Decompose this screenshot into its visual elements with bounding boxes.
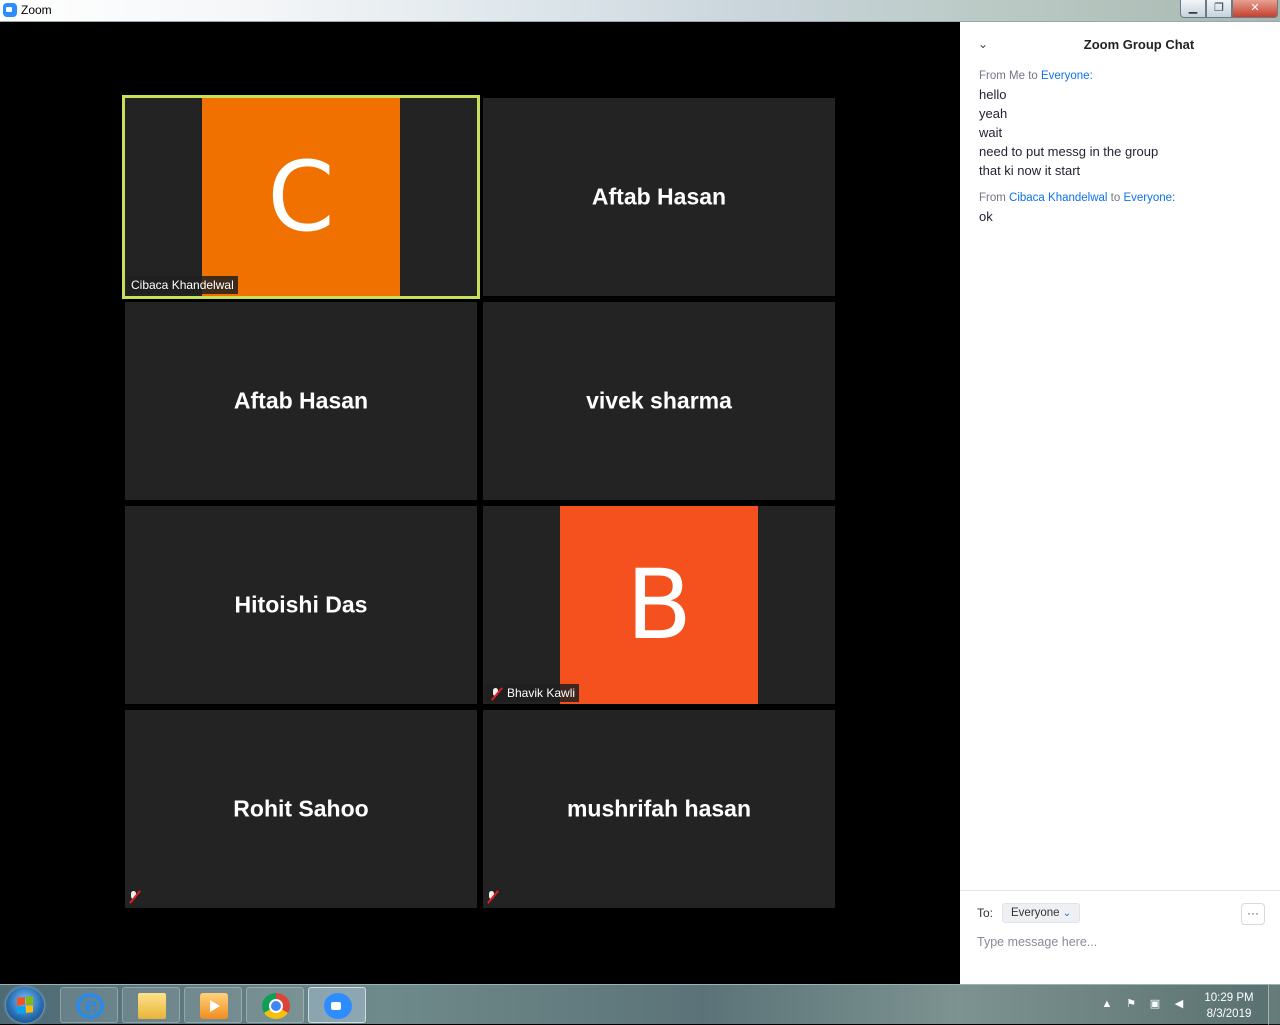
message-group: From Cibaca Khandelwal to Everyone: ok bbox=[979, 190, 1269, 226]
chrome-icon bbox=[262, 993, 290, 1019]
chat-header: ⌄ Zoom Group Chat bbox=[960, 22, 1280, 66]
to-label: to bbox=[1107, 192, 1124, 204]
message-input[interactable] bbox=[977, 932, 1267, 952]
more-options-button[interactable]: ··· bbox=[1241, 903, 1265, 925]
message-meta: From Cibaca Khandelwal to Everyone: bbox=[979, 190, 1269, 207]
zoom-icon bbox=[324, 993, 352, 1019]
video-tile-bhavik[interactable]: B Bhavik Kawli bbox=[483, 506, 835, 704]
minimize-button[interactable]: ▁ bbox=[1180, 0, 1206, 18]
taskbar-zoom[interactable] bbox=[308, 987, 366, 1023]
message-text: hello bbox=[979, 87, 1007, 102]
to-label: To: bbox=[977, 906, 994, 920]
media-player-icon bbox=[200, 993, 228, 1019]
zoom-app-icon bbox=[3, 3, 17, 17]
participant-name-text: Bhavik Kawli bbox=[507, 686, 576, 700]
message-meta: From Me to Everyone: bbox=[979, 68, 1269, 85]
message-text: yeah bbox=[979, 106, 1008, 121]
system-clock[interactable]: 10:29 PM 8/3/2019 bbox=[1196, 990, 1262, 1022]
clock-date: 8/3/2019 bbox=[1206, 1008, 1252, 1020]
window-title: Zoom bbox=[21, 3, 52, 17]
participant-name: vivek sharma bbox=[586, 387, 732, 414]
video-tile-aftab-2[interactable]: Aftab Hasan bbox=[125, 302, 477, 500]
taskbar-chrome[interactable] bbox=[246, 987, 304, 1023]
video-gallery: C Cibaca Khandelwal Aftab Hasan Aftab Ha… bbox=[0, 22, 960, 984]
internet-explorer-icon bbox=[76, 992, 104, 1019]
chat-title: Zoom Group Chat bbox=[1083, 37, 1195, 52]
folder-icon bbox=[138, 993, 166, 1019]
participant-name: mushrifah hasan bbox=[566, 795, 752, 822]
mic-muted-icon bbox=[489, 687, 503, 701]
participant-name: Hitoishi Das bbox=[234, 591, 368, 618]
chat-footer-divider bbox=[960, 890, 1280, 891]
recipient-link[interactable]: Everyone: bbox=[1041, 70, 1093, 82]
recipient-select-value: Everyone bbox=[1011, 907, 1060, 919]
from-label: From bbox=[979, 192, 1010, 204]
restore-button[interactable]: ❐ bbox=[1206, 0, 1232, 18]
sender-link[interactable]: Cibaca Khandelwal bbox=[1009, 192, 1107, 204]
network-icon[interactable]: ▣ bbox=[1148, 997, 1162, 1011]
clock-time: 10:29 PM bbox=[1204, 992, 1254, 1004]
action-center-flag-icon[interactable]: ⚑ bbox=[1124, 997, 1138, 1011]
video-tile-rohit[interactable]: Rohit Sahoo bbox=[125, 710, 477, 908]
taskbar-internet-explorer[interactable] bbox=[60, 987, 118, 1023]
message-group: From Me to Everyone: hello yeah wait nee… bbox=[979, 68, 1269, 180]
window-titlebar: Zoom ▁ ❐ ✕ bbox=[0, 0, 1280, 22]
participant-name-label: Cibaca Khandelwal bbox=[127, 276, 238, 294]
video-tile-hitoishi[interactable]: Hitoishi Das bbox=[125, 506, 477, 704]
taskbar-file-explorer[interactable] bbox=[122, 987, 180, 1023]
show-desktop-button[interactable] bbox=[1268, 985, 1280, 1025]
participant-name: Aftab Hasan bbox=[591, 183, 727, 210]
video-tile-aftab-1[interactable]: Aftab Hasan bbox=[483, 98, 835, 296]
windows-taskbar: ▲ ⚑ ▣ ◀ 10:29 PM 8/3/2019 bbox=[0, 984, 1280, 1025]
message-text: need to put messg in the group bbox=[979, 144, 1159, 159]
chevron-down-icon: ⌄ bbox=[1062, 908, 1072, 919]
show-hidden-icons-icon[interactable]: ▲ bbox=[1100, 997, 1114, 1011]
message-text: that ki now it start bbox=[979, 163, 1081, 178]
window-controls: ▁ ❐ ✕ bbox=[1180, 0, 1278, 18]
windows-logo-icon bbox=[17, 996, 33, 1014]
avatar: C bbox=[202, 98, 400, 296]
from-label: From Me to bbox=[979, 70, 1041, 82]
message-text: wait bbox=[979, 125, 1003, 140]
video-tile-cibaca[interactable]: C Cibaca Khandelwal bbox=[122, 95, 480, 299]
close-button[interactable]: ✕ bbox=[1232, 0, 1278, 18]
chat-messages: From Me to Everyone: hello yeah wait nee… bbox=[979, 68, 1269, 236]
recipient-select[interactable]: Everyone ⌄ bbox=[1002, 903, 1081, 923]
participant-name: Rohit Sahoo bbox=[233, 795, 369, 822]
taskbar-media-player[interactable] bbox=[184, 987, 242, 1023]
message-text: ok bbox=[979, 209, 993, 224]
participant-name: Aftab Hasan bbox=[233, 387, 369, 414]
system-tray: ▲ ⚑ ▣ ◀ bbox=[1100, 997, 1186, 1011]
avatar: B bbox=[560, 506, 758, 704]
mic-muted-icon bbox=[485, 888, 501, 906]
recipient-link[interactable]: Everyone: bbox=[1123, 192, 1175, 204]
chat-panel: ⌄ Zoom Group Chat From Me to Everyone: h… bbox=[960, 22, 1280, 984]
start-button[interactable] bbox=[6, 987, 44, 1023]
video-tile-mushrifah[interactable]: mushrifah hasan bbox=[483, 710, 835, 908]
volume-icon[interactable]: ◀ bbox=[1172, 997, 1186, 1011]
mic-muted-icon bbox=[127, 888, 143, 906]
video-tile-vivek[interactable]: vivek sharma bbox=[483, 302, 835, 500]
participant-name-label: Bhavik Kawli bbox=[485, 684, 580, 702]
